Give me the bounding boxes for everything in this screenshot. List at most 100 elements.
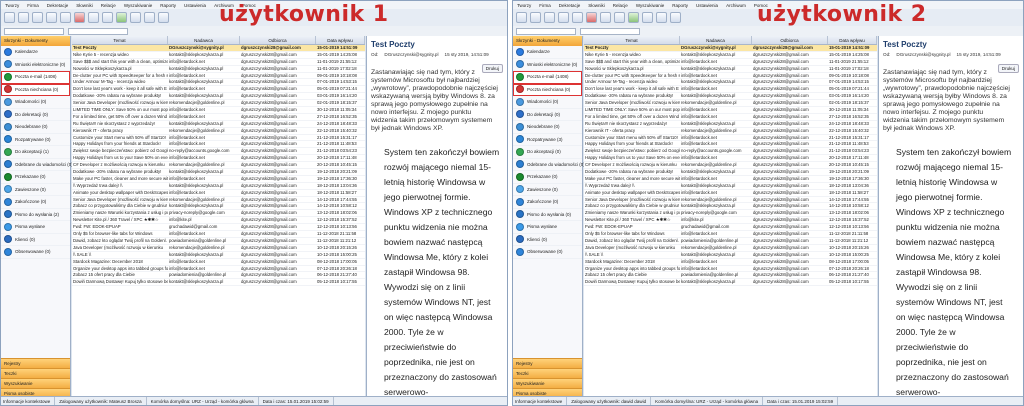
settings-icon[interactable]: [158, 12, 169, 23]
table-row[interactable]: Newsletter Kite.pl / 360 Travel / XPC ★✱…: [584, 217, 877, 225]
table-row[interactable]: Only $5 for browser-like tabs for Window…: [72, 231, 365, 238]
sidebar-item[interactable]: Odebrane do wiadomości (0): [1, 159, 73, 171]
column-header[interactable]: Data wpływu: [316, 36, 365, 44]
table-row[interactable]: Zmieniamy nasze Warunki korzystania z us…: [72, 210, 365, 218]
table-row[interactable]: C# Developer z możliwością rozwoju w kie…: [584, 162, 877, 170]
search-icon[interactable]: [614, 12, 625, 23]
table-row[interactable]: Dawid, zobacz kto ogląda! Twój profil na…: [584, 238, 877, 245]
table-row[interactable]: Senior Java Developer (możliwość rozwoju…: [72, 100, 365, 108]
table-row[interactable]: Make your PC faster, cleaner and more se…: [72, 176, 365, 183]
table-row[interactable]: Animate your desktop wallpaper with Desk…: [72, 190, 365, 197]
delete-icon[interactable]: [74, 12, 85, 23]
table-row[interactable]: LIMITED TIME ONLY: Save 50% on our most …: [72, 107, 365, 114]
print-button[interactable]: Drukuj: [481, 64, 503, 73]
new-icon[interactable]: [516, 12, 527, 23]
print-icon[interactable]: [600, 12, 611, 23]
forward-icon[interactable]: [130, 12, 141, 23]
table-row[interactable]: Happy Holidays from us to you! Save 50% …: [72, 155, 365, 163]
table-row[interactable]: Dowiń Darmową Dostawę! Kupuj tylko stoso…: [72, 279, 365, 287]
menu-item[interactable]: Relacje: [613, 3, 628, 8]
sidebar-footer-item[interactable]: Wyszukiwanie: [1, 378, 70, 388]
table-row[interactable]: Stardock Magazine: December 2018 info@let…: [72, 259, 365, 266]
sidebar-footer-item[interactable]: Wyszukiwanie: [513, 378, 582, 388]
table-row[interactable]: \\ Wyprzedaż trwa dalej! \\ kontakt@sklep…: [584, 183, 877, 190]
table-row[interactable]: Make your PC faster, cleaner and more se…: [584, 176, 877, 183]
open-icon[interactable]: [530, 12, 541, 23]
sidebar-item[interactable]: Przekazane (0): [1, 171, 70, 184]
table-row[interactable]: Don't lose last year's work - keep it al…: [584, 86, 877, 94]
menu-item[interactable]: Ustawienia: [184, 3, 206, 8]
filter-input[interactable]: [516, 27, 576, 35]
menu-item[interactable]: Firma: [27, 3, 39, 8]
refresh-icon[interactable]: [656, 12, 667, 23]
table-row[interactable]: Dodatkowe -20% rabatu na wybrane produkt…: [584, 93, 877, 101]
table-row[interactable]: Java Developer (możliwość rozwoju w kier…: [72, 245, 365, 252]
sidebar-item[interactable]: Zakończone (0): [1, 196, 70, 209]
table-row[interactable]: Java Developer (możliwość rozwoju w kier…: [584, 245, 877, 252]
menu-item[interactable]: Wyszukiwanie: [636, 3, 664, 8]
sidebar-item[interactable]: Pismo do wysłania (0): [513, 209, 582, 221]
sidebar-item[interactable]: Zawieszone (0): [1, 184, 70, 196]
sidebar-item[interactable]: Rozpatrywane (0): [1, 134, 70, 146]
table-row[interactable]: Organize your desktop apps into tabbed g…: [72, 266, 365, 273]
table-row[interactable]: Test Poczty DGruszczynski@sygnity.pl dgrus…: [584, 45, 877, 52]
forward-icon[interactable]: [642, 12, 653, 23]
sidebar-item[interactable]: Poczta e-mail (1408): [1, 71, 70, 84]
table-row[interactable]: De-clutter your PC with SpeedKeeper for …: [72, 73, 365, 80]
sidebar-footer-item[interactable]: Rejestry: [1, 358, 70, 368]
table-row[interactable]: Zmieniamy nasze Warunki korzystania z us…: [584, 210, 877, 218]
menu-item[interactable]: Dekretacje: [47, 3, 69, 8]
column-header[interactable]: Nadawca: [680, 36, 752, 44]
column-header[interactable]: Odbiorca: [752, 36, 828, 44]
sidebar-item[interactable]: Wiadomości (0): [1, 96, 70, 109]
table-row[interactable]: Senior Java Developer (możliwość rozwoju…: [584, 197, 877, 204]
sidebar-item[interactable]: Poczta e-mail (1408): [513, 71, 582, 84]
table-row[interactable]: Dawid, zobacz kto ogląda! Twój profil na…: [72, 238, 365, 245]
save-icon[interactable]: [32, 12, 43, 23]
menu-item[interactable]: Dekretacje: [559, 3, 581, 8]
table-row[interactable]: Zwiększ swoje bezpieczeństwo: pobierz od…: [584, 148, 877, 156]
menu-item[interactable]: Firma: [539, 3, 551, 8]
edit-icon[interactable]: [558, 12, 569, 23]
sidebar-item[interactable]: Poczta niechciana (0): [1, 83, 70, 96]
sidebar-item[interactable]: Wnioski elektroniczne (0): [1, 59, 70, 71]
sidebar-item[interactable]: Odebrane do wiadomości (0): [513, 159, 585, 171]
sidebar-item[interactable]: Klienci (0): [513, 234, 582, 246]
menu-item[interactable]: Tworzy: [5, 3, 19, 8]
table-row[interactable]: Animate your desktop wallpaper with Desk…: [584, 190, 877, 197]
edit-icon[interactable]: [46, 12, 57, 23]
sidebar-item[interactable]: Nieodebrane (0): [1, 121, 70, 134]
table-row[interactable]: De-clutter your PC with SpeedKeeper for …: [584, 73, 877, 80]
table-row[interactable]: Kierownik IT - oferta pracy rekomendacje@…: [584, 128, 877, 135]
table-row[interactable]: Kierownik IT - oferta pracy rekomendacje@…: [72, 128, 365, 135]
table-row[interactable]: Zobacz 15 ofert pracy dla Ciebie powiadom…: [72, 272, 365, 280]
sidebar-item[interactable]: Nieodebrane (0): [513, 121, 582, 134]
new-icon[interactable]: [4, 12, 15, 23]
sidebar-item[interactable]: Do dekretacji (0): [513, 109, 582, 121]
column-header[interactable]: Nadawca: [168, 36, 240, 44]
table-row[interactable]: Nowości w Sklepkoszykarza.pl kontakt@skle…: [72, 66, 365, 73]
sidebar-item[interactable]: Poczta niechciana (0): [513, 83, 582, 96]
sidebar-item[interactable]: Do akceptacji (0): [513, 146, 582, 159]
sidebar-item[interactable]: Pisma wysłane: [1, 221, 70, 234]
table-row[interactable]: Zwiększ swoje bezpieczeństwo: pobierz od…: [72, 148, 365, 156]
save-icon[interactable]: [544, 12, 555, 23]
sidebar-item[interactable]: Klienci (0): [1, 234, 70, 246]
sidebar-footer-item[interactable]: Rejestry: [513, 358, 582, 368]
sidebar-item[interactable]: Kalendarze: [1, 46, 70, 59]
table-row[interactable]: Happy Holidays from us to you! Save 50% …: [584, 155, 877, 163]
table-row[interactable]: Nowości w Sklepkoszykarza.pl kontakt@skle…: [584, 66, 877, 73]
table-row[interactable]: Customize your Start menu with 50% off S…: [72, 135, 365, 142]
table-row[interactable]: Only $5 for browser-like tabs for Window…: [584, 231, 877, 238]
table-row[interactable]: Dowiń Darmową Dostawę! Kupuj tylko stoso…: [584, 279, 877, 287]
filter-input[interactable]: [4, 27, 64, 35]
table-row[interactable]: Save $$$ and start this year with a clea…: [584, 59, 877, 66]
table-row[interactable]: Test Poczty DGruszczynski@sygnity.pl dgrus…: [72, 45, 365, 52]
table-row[interactable]: Organize your desktop apps into tabbed g…: [584, 266, 877, 273]
table-row[interactable]: Newsletter Kite.pl / 360 Travel / XPC ★✱…: [72, 217, 365, 225]
menu-item[interactable]: Raporty: [160, 3, 176, 8]
table-row[interactable]: Dodatkowe -20% rabatu na wybrane produkt…: [72, 169, 365, 176]
refresh-icon[interactable]: [144, 12, 155, 23]
sidebar-item[interactable]: Pismo do wysłania (2): [1, 209, 70, 221]
table-row[interactable]: For a limited time, get 50% off over a d…: [72, 114, 365, 121]
